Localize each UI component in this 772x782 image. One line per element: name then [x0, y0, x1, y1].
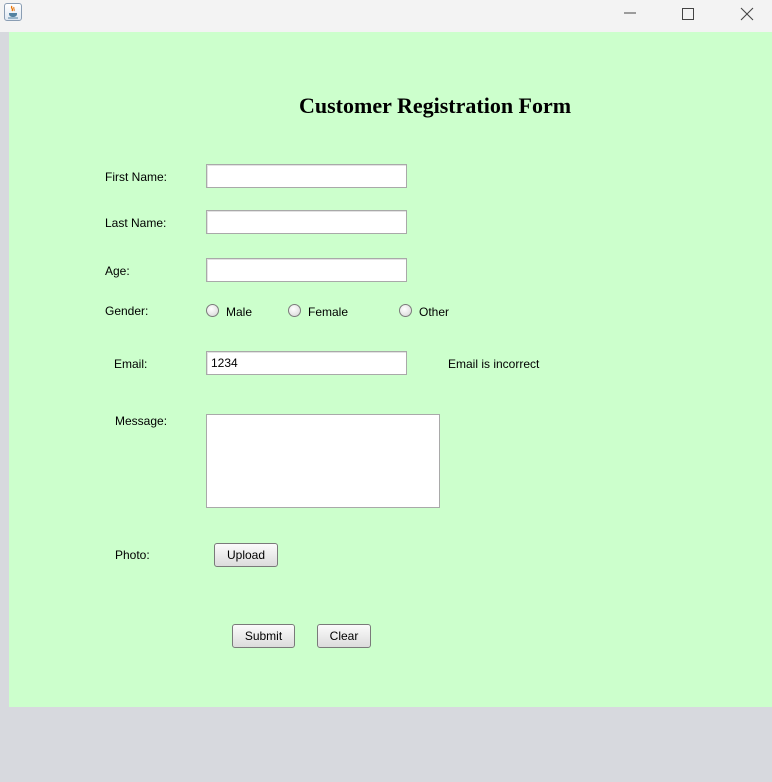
email-field[interactable]	[206, 351, 407, 375]
minimize-button[interactable]	[607, 0, 653, 28]
first-name-label: First Name:	[105, 170, 168, 184]
last-name-field[interactable]	[206, 210, 407, 234]
title-bar	[0, 0, 772, 32]
message-textarea[interactable]	[206, 414, 440, 508]
gender-label: Gender:	[105, 304, 149, 318]
email-label: Email:	[114, 357, 148, 371]
photo-label: Photo:	[115, 548, 150, 562]
maximize-button[interactable]	[665, 0, 711, 28]
email-error-message: Email is incorrect	[448, 357, 540, 371]
gender-male-radio[interactable]	[206, 304, 219, 317]
upload-button[interactable]: Upload	[214, 543, 278, 567]
submit-button[interactable]: Submit	[232, 624, 295, 648]
form-title: Customer Registration Form	[299, 93, 572, 118]
last-name-label: Last Name:	[105, 216, 167, 230]
gender-other-label[interactable]: Other	[419, 305, 449, 319]
first-name-field[interactable]	[206, 164, 407, 188]
message-label: Message:	[115, 414, 168, 428]
maximize-icon	[682, 8, 694, 20]
window-border	[0, 32, 9, 707]
age-label: Age:	[105, 264, 130, 278]
close-button[interactable]	[724, 0, 770, 28]
java-cup-icon[interactable]	[4, 3, 22, 21]
close-icon	[740, 7, 754, 21]
minimize-icon	[624, 12, 636, 14]
gender-male-label[interactable]: Male	[226, 305, 252, 319]
gender-female-label[interactable]: Female	[308, 305, 348, 319]
gender-other-radio[interactable]	[399, 304, 412, 317]
clear-button[interactable]: Clear	[317, 624, 371, 648]
gender-female-radio[interactable]	[288, 304, 301, 317]
age-field[interactable]	[206, 258, 407, 282]
